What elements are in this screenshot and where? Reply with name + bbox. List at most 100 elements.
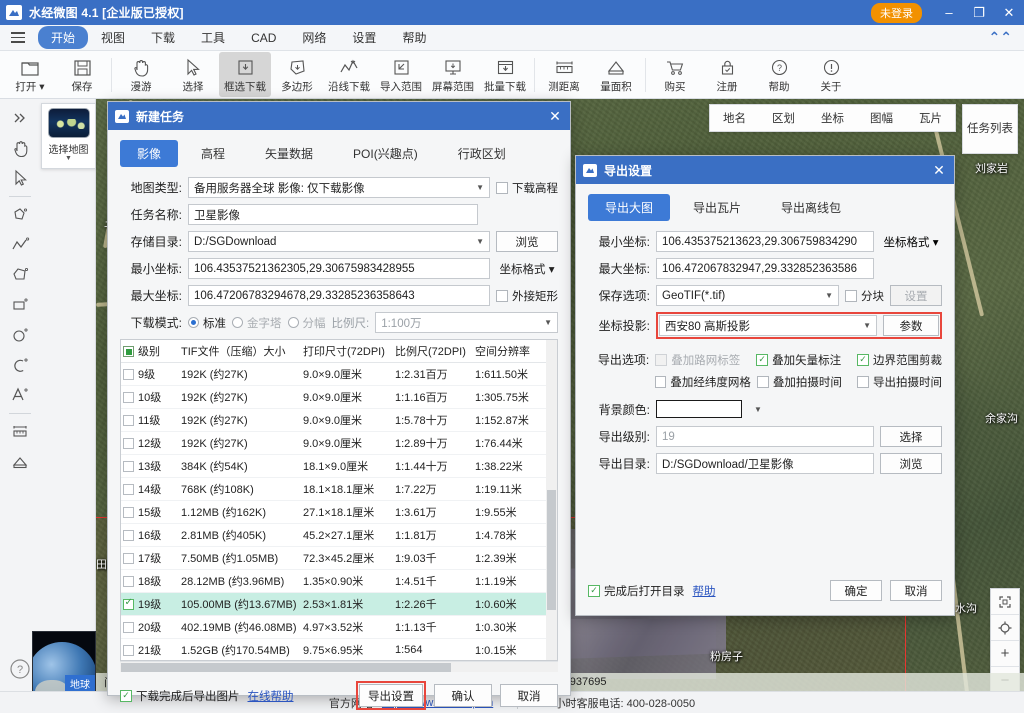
open-dir-after-checkbox[interactable]: ✓ 完成后打开目录 [588, 583, 685, 599]
option-vector-annotation-checkbox[interactable]: ✓ 叠加矢量标注 [756, 352, 851, 368]
export-cancel-button[interactable]: 取消 [890, 580, 942, 601]
confirm-button[interactable]: 确认 [434, 684, 492, 707]
export-level-input[interactable]: 19 [656, 426, 874, 447]
expand-panel-icon[interactable] [4, 103, 36, 133]
option-latlon-grid-checkbox[interactable]: 叠加经纬度网格 [654, 374, 751, 390]
row-checkbox[interactable] [123, 597, 134, 610]
table-row[interactable]: 10级 192K (约27K) 9.0×9.0厘米 1:1.16百万 1:305.75米… [121, 385, 557, 409]
menu-item-network[interactable]: 网络 [289, 26, 339, 49]
ribbon-screen-range-button[interactable]: 屏幕范围 [427, 52, 479, 97]
browse-button[interactable]: 浏览 [496, 231, 558, 252]
export-max-coord-input[interactable]: 106.472067832947,29.332852363586 [656, 258, 874, 279]
bg-color-swatch[interactable] [656, 400, 742, 418]
rectangle-icon[interactable] [4, 290, 36, 320]
maximize-button[interactable]: ❐ [964, 0, 994, 25]
basemap-selector[interactable]: 选择地图 ▼ [41, 103, 96, 169]
zoom-in-icon[interactable]: + [991, 641, 1019, 667]
tab-vector-data[interactable]: 矢量数据 [248, 140, 330, 167]
menu-item-help[interactable]: 帮助 [389, 26, 439, 49]
tab-poi[interactable]: POI(兴趣点) [336, 140, 435, 167]
ribbon-batch-download-button[interactable]: 批量下载 [479, 52, 531, 97]
row-checkbox[interactable] [123, 369, 134, 380]
login-status-badge[interactable]: 未登录 [871, 2, 922, 23]
max-coord-input[interactable]: 106.47206783294678,29.33285236358643 [188, 285, 490, 306]
ribbon-open-button[interactable]: 打开 ▾ [4, 52, 56, 97]
download-dem-checkbox[interactable]: 下载高程 [496, 180, 558, 196]
menu-item-tools[interactable]: 工具 [188, 26, 238, 49]
polygon-icon[interactable] [4, 260, 36, 290]
mode-pyramid-radio[interactable]: 金字塔 [232, 315, 282, 331]
ribbon-polyline-download-button[interactable]: 沿线下载 [323, 52, 375, 97]
table-vertical-scrollbar[interactable] [546, 340, 557, 660]
measure-area-icon[interactable] [4, 447, 36, 477]
row-checkbox[interactable] [123, 461, 134, 472]
table-row[interactable]: 18级 28.12MB (约3.96MB) 1.35×0.90米 1:4.51千 1:1… [121, 569, 557, 593]
online-help-link[interactable]: 在线帮助 [248, 688, 294, 704]
split-checkbox[interactable]: 分块 [845, 288, 884, 304]
map-type-select[interactable]: 备用服务器全球 影像: 仅下载影像 ▼ [188, 177, 490, 198]
table-row[interactable]: 17级 7.50MB (约1.05MB) 72.3×45.2厘米 1:9.03千 1:2… [121, 546, 557, 570]
help-icon[interactable]: ? [8, 657, 32, 681]
ribbon-buy-button[interactable]: 购买 [649, 52, 701, 97]
ribbon-import-range-button[interactable]: 导入范围 [375, 52, 427, 97]
table-row[interactable]: 16级 2.81MB (约405K) 45.2×27.1厘米 1:1.81万 1:4.7… [121, 523, 557, 547]
tab-administrative[interactable]: 行政区划 [441, 140, 523, 167]
ribbon-polygon-button[interactable]: 多边形 [271, 52, 323, 97]
task-list-button[interactable]: 任务列表 [962, 104, 1018, 154]
export-min-coord-input[interactable]: 106.435375213623,29.306759834290 [656, 231, 874, 252]
table-row[interactable]: 15级 1.12MB (约162K) 27.1×18.1厘米 1:3.61万 1:9.5… [121, 500, 557, 524]
layer-toggle-sheet[interactable]: 图幅 [857, 110, 906, 126]
globe-mode-label[interactable]: 地球 [65, 675, 95, 692]
save-dir-select[interactable]: D:/SGDownload ▼ [188, 231, 490, 252]
new-task-close-button[interactable]: ✕ [540, 102, 570, 130]
hand-icon[interactable] [4, 133, 36, 163]
save-option-select[interactable]: GeoTIF(*.tif) ▼ [656, 285, 839, 306]
level-table[interactable]: 级别 TIF文件（压缩）大小 打印尺寸(72DPI) 比例尺(72DPI) 空间… [120, 339, 558, 661]
ribbon-help-button[interactable]: ? 帮助 [753, 52, 805, 97]
fullscreen-icon[interactable] [991, 589, 1019, 615]
ribbon-register-button[interactable]: 注册 [701, 52, 753, 97]
table-row[interactable]: 12级192K (约27K)9.0×9.0厘米1:2.89十万1:76.44米2… [121, 431, 557, 455]
table-row[interactable]: 20级 402.19MB (约46.08MB) 4.97×3.52米 1:1.13千 1… [121, 615, 557, 639]
ribbon-measure-distance-button[interactable]: 测距离 [538, 52, 590, 97]
select-all-checkbox[interactable] [123, 346, 134, 357]
measure-distance-icon[interactable] [4, 417, 36, 447]
tab-export-offline-package[interactable]: 导出离线包 [764, 194, 858, 221]
table-row[interactable]: 13级 384K (约54K) 18.1×9.0厘米 1:1.44十万 1:38.22米… [121, 454, 557, 478]
table-row[interactable]: 9级192K (约27K)9.0×9.0厘米1:2.31百万1:611.50米2… [121, 362, 557, 386]
row-checkbox[interactable] [123, 484, 134, 495]
row-checkbox[interactable] [123, 530, 134, 541]
export-after-download-checkbox[interactable]: ✓ 下载完成后导出图片 [120, 688, 240, 704]
menu-item-view[interactable]: 视图 [88, 26, 138, 49]
menu-item-cad[interactable]: CAD [238, 28, 289, 48]
chevron-down-icon[interactable]: ▼ [65, 155, 72, 162]
text-icon[interactable] [4, 380, 36, 410]
menu-item-download[interactable]: 下载 [138, 26, 188, 49]
cursor-icon[interactable] [4, 163, 36, 193]
split-settings-button[interactable]: 设置 [890, 285, 942, 306]
ribbon-pan-button[interactable]: 漫游 [115, 52, 167, 97]
ribbon-save-button[interactable]: 保存 [56, 52, 108, 97]
hamburger-menu-icon[interactable] [6, 32, 30, 43]
option-export-capture-time-checkbox[interactable]: 导出拍摄时间 [857, 374, 942, 390]
mode-standard-radio[interactable]: 标准 [188, 315, 226, 331]
row-checkbox[interactable] [123, 392, 134, 403]
row-checkbox[interactable] [123, 622, 134, 633]
export-settings-close-button[interactable]: ✕ [924, 156, 954, 184]
freehand-polygon-icon[interactable] [4, 200, 36, 230]
tab-imagery[interactable]: 影像 [120, 140, 179, 167]
menu-item-start[interactable]: 开始 [38, 26, 89, 49]
table-horizontal-scrollbar[interactable] [120, 661, 558, 672]
projection-select[interactable]: 西安80 高斯投影 ▼ [659, 315, 877, 336]
export-dir-browse-button[interactable]: 浏览 [880, 453, 942, 474]
polyline-icon[interactable] [4, 230, 36, 260]
menu-item-settings[interactable]: 设置 [339, 26, 389, 49]
layer-toggle-placename[interactable]: 地名 [710, 110, 759, 126]
row-checkbox[interactable] [123, 507, 134, 518]
cancel-button[interactable]: 取消 [500, 684, 558, 707]
min-coord-input[interactable]: 106.43537521362305,29.30675983428955 [188, 258, 490, 279]
locate-icon[interactable] [991, 615, 1019, 641]
row-checkbox[interactable] [123, 438, 134, 449]
option-overlay-capture-time-checkbox[interactable]: 叠加拍摄时间 [756, 374, 851, 390]
scrollbar-thumb[interactable] [547, 490, 556, 610]
